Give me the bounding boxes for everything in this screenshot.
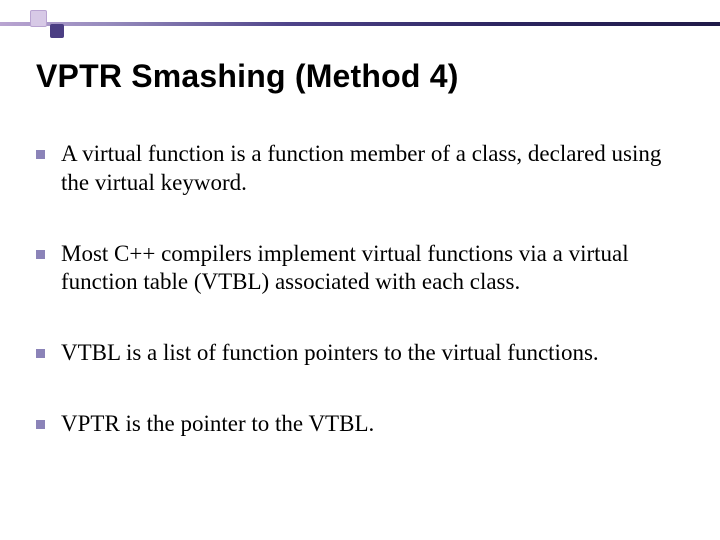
horizontal-rule <box>0 22 720 26</box>
bullet-text: VPTR is the pointer to the VTBL. <box>61 410 374 439</box>
square-bullet-icon <box>36 349 45 358</box>
decorative-square-light <box>30 10 47 27</box>
list-item: VPTR is the pointer to the VTBL. <box>36 410 680 439</box>
slide-title: VPTR Smashing (Method 4) <box>36 58 459 95</box>
bullet-text: VTBL is a list of function pointers to t… <box>61 339 599 368</box>
slide-body: A virtual function is a function member … <box>36 140 680 481</box>
bullet-text: A virtual function is a function member … <box>61 140 680 198</box>
square-bullet-icon <box>36 420 45 429</box>
decorative-topbar <box>0 0 720 44</box>
bullet-text: Most C++ compilers implement virtual fun… <box>61 240 680 298</box>
list-item: Most C++ compilers implement virtual fun… <box>36 240 680 298</box>
decorative-square-dark <box>50 24 64 38</box>
square-bullet-icon <box>36 250 45 259</box>
square-bullet-icon <box>36 150 45 159</box>
slide: VPTR Smashing (Method 4) A virtual funct… <box>0 0 720 540</box>
list-item: VTBL is a list of function pointers to t… <box>36 339 680 368</box>
list-item: A virtual function is a function member … <box>36 140 680 198</box>
